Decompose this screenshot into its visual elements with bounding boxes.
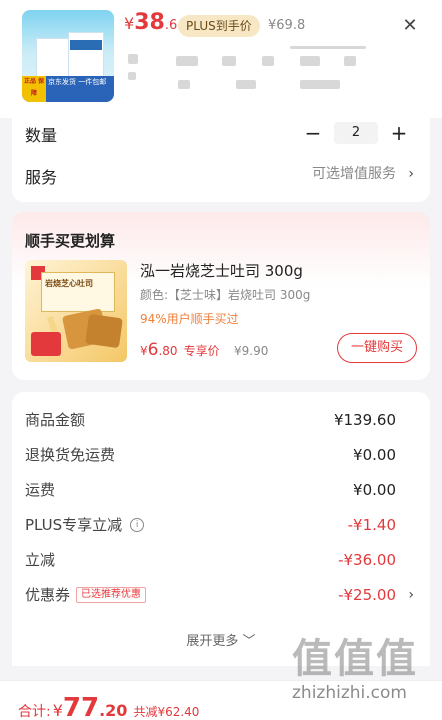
summary-label: 商品金额: [25, 411, 86, 429]
total-label: 合计:: [18, 704, 51, 720]
deal-product-name[interactable]: 泓一岩烧芝士吐司 300g: [140, 260, 303, 282]
deal-product-image[interactable]: 岩烧芝心吐司: [25, 260, 127, 362]
summary-value: -¥1.40: [347, 516, 396, 534]
product-price: ¥ 38 .6: [124, 10, 177, 40]
product-thumbnail: 京东发货 一件包邮 正品 保障: [22, 10, 114, 102]
plus-price-tag: PLUS到手价: [178, 15, 260, 37]
price-currency: ¥: [124, 14, 135, 33]
original-price: ¥69.8: [268, 18, 306, 33]
service-label: 服务: [25, 168, 58, 187]
redacted-text: [290, 46, 366, 49]
deal-section-title: 顺手买更划算: [25, 232, 116, 250]
summary-label: 退换货免运费: [25, 446, 116, 464]
summary-value: -¥25.00: [338, 586, 396, 604]
summary-row: 商品金额 ¥139.60: [12, 408, 430, 432]
summary-label: 立减: [25, 551, 56, 569]
summary-label: PLUS专享立减: [25, 516, 123, 534]
summary-value: ¥0.00: [353, 481, 396, 499]
summary-row: 退换货免运费 ¥0.00: [12, 443, 430, 467]
chevron-right-icon[interactable]: ›: [408, 164, 414, 184]
checkout-footer: 合计: ¥ 77 .20 共减¥62.40: [0, 680, 442, 720]
one-click-buy-button[interactable]: 一键购买: [337, 333, 417, 363]
deal-product-spec: 颜色:【芝士味】岩烧吐司 300g: [140, 288, 311, 302]
summary-value: -¥36.00: [338, 551, 396, 569]
redacted-text: [236, 80, 256, 89]
redacted-text: [178, 80, 190, 89]
deal-price: ¥ 6 .80 专享价: [140, 340, 220, 360]
coupon-label-group: 优惠券 已选推荐优惠: [25, 585, 147, 605]
summary-row: 立减 -¥36.00: [12, 548, 430, 572]
thumb-box-right: [68, 32, 104, 78]
thumb-box-left: [36, 38, 70, 78]
coupon-tag: 已选推荐优惠: [76, 587, 147, 603]
service-value[interactable]: 可选增值服务: [312, 164, 396, 184]
summary-row-coupon[interactable]: 优惠券 已选推荐优惠 -¥25.00 ›: [12, 583, 430, 607]
image-promo-badge: [31, 332, 61, 356]
total-integer: 77: [62, 693, 100, 720]
redacted-text: [128, 54, 138, 64]
redacted-text: [176, 56, 198, 66]
redacted-text: [344, 56, 356, 66]
thumb-band-right: [70, 40, 102, 50]
price-decimal: .6: [164, 18, 178, 33]
expand-more-button[interactable]: 展开更多 ﹀: [12, 630, 430, 649]
summary-row: PLUS专享立减 i -¥1.40: [12, 513, 430, 537]
redacted-text: [300, 80, 340, 89]
total-decimal: .20: [99, 701, 128, 720]
summary-label: 运费: [25, 481, 56, 499]
options-card: 数量 − 2 + 服务 可选增值服务 ›: [12, 112, 430, 202]
quantity-minus-button[interactable]: −: [302, 122, 324, 144]
redacted-text: [128, 72, 136, 80]
redacted-text: [300, 56, 320, 66]
deal-price-integer: 6: [147, 340, 159, 360]
summary-row: 运费 ¥0.00: [12, 478, 430, 502]
redacted-text: [262, 56, 274, 66]
image-toast: [85, 313, 123, 349]
quantity-label: 数量: [25, 126, 58, 145]
deal-price-currency: ¥: [140, 344, 148, 358]
info-icon[interactable]: i: [130, 518, 145, 532]
chevron-right-icon[interactable]: ›: [408, 585, 414, 605]
total-currency: ¥: [52, 701, 63, 720]
quantity-plus-button[interactable]: +: [388, 122, 410, 144]
deal-original-price: ¥9.90: [234, 344, 269, 358]
add-on-deal-card: 顺手买更划算 岩烧芝心吐司 泓一岩烧芝士吐司 300g 颜色:【芝士味】岩烧吐司…: [12, 212, 430, 380]
summary-value: ¥0.00: [353, 446, 396, 464]
summary-value: ¥139.60: [333, 411, 396, 429]
close-icon[interactable]: ✕: [398, 14, 422, 38]
redacted-text: [222, 56, 236, 66]
summary-label: 优惠券: [25, 586, 71, 604]
thumb-badge: 正品 保障: [22, 76, 46, 102]
image-box-text: 岩烧芝心吐司: [45, 279, 93, 288]
product-header: 京东发货 一件包邮 正品 保障 ¥ 38 .6 PLUS到手价 ¥69.8 ✕: [0, 0, 442, 118]
deal-buy-ratio: 94%用户顺手买过: [140, 312, 239, 326]
summary-label-plus: PLUS专享立减 i: [25, 515, 145, 535]
price-summary-card: 商品金额 ¥139.60 退换货免运费 ¥0.00 运费 ¥0.00 PLUS专…: [12, 392, 430, 666]
deal-price-decimal: .80: [158, 344, 178, 358]
total-price: 合计: ¥ 77 .20 共减¥62.40: [18, 693, 199, 720]
deal-price-label: 专享价: [183, 344, 220, 358]
price-integer: 38: [134, 10, 165, 35]
quantity-stepper: − 2 +: [302, 122, 410, 144]
quantity-input[interactable]: 2: [334, 122, 378, 144]
total-saved: 共减¥62.40: [133, 705, 200, 719]
